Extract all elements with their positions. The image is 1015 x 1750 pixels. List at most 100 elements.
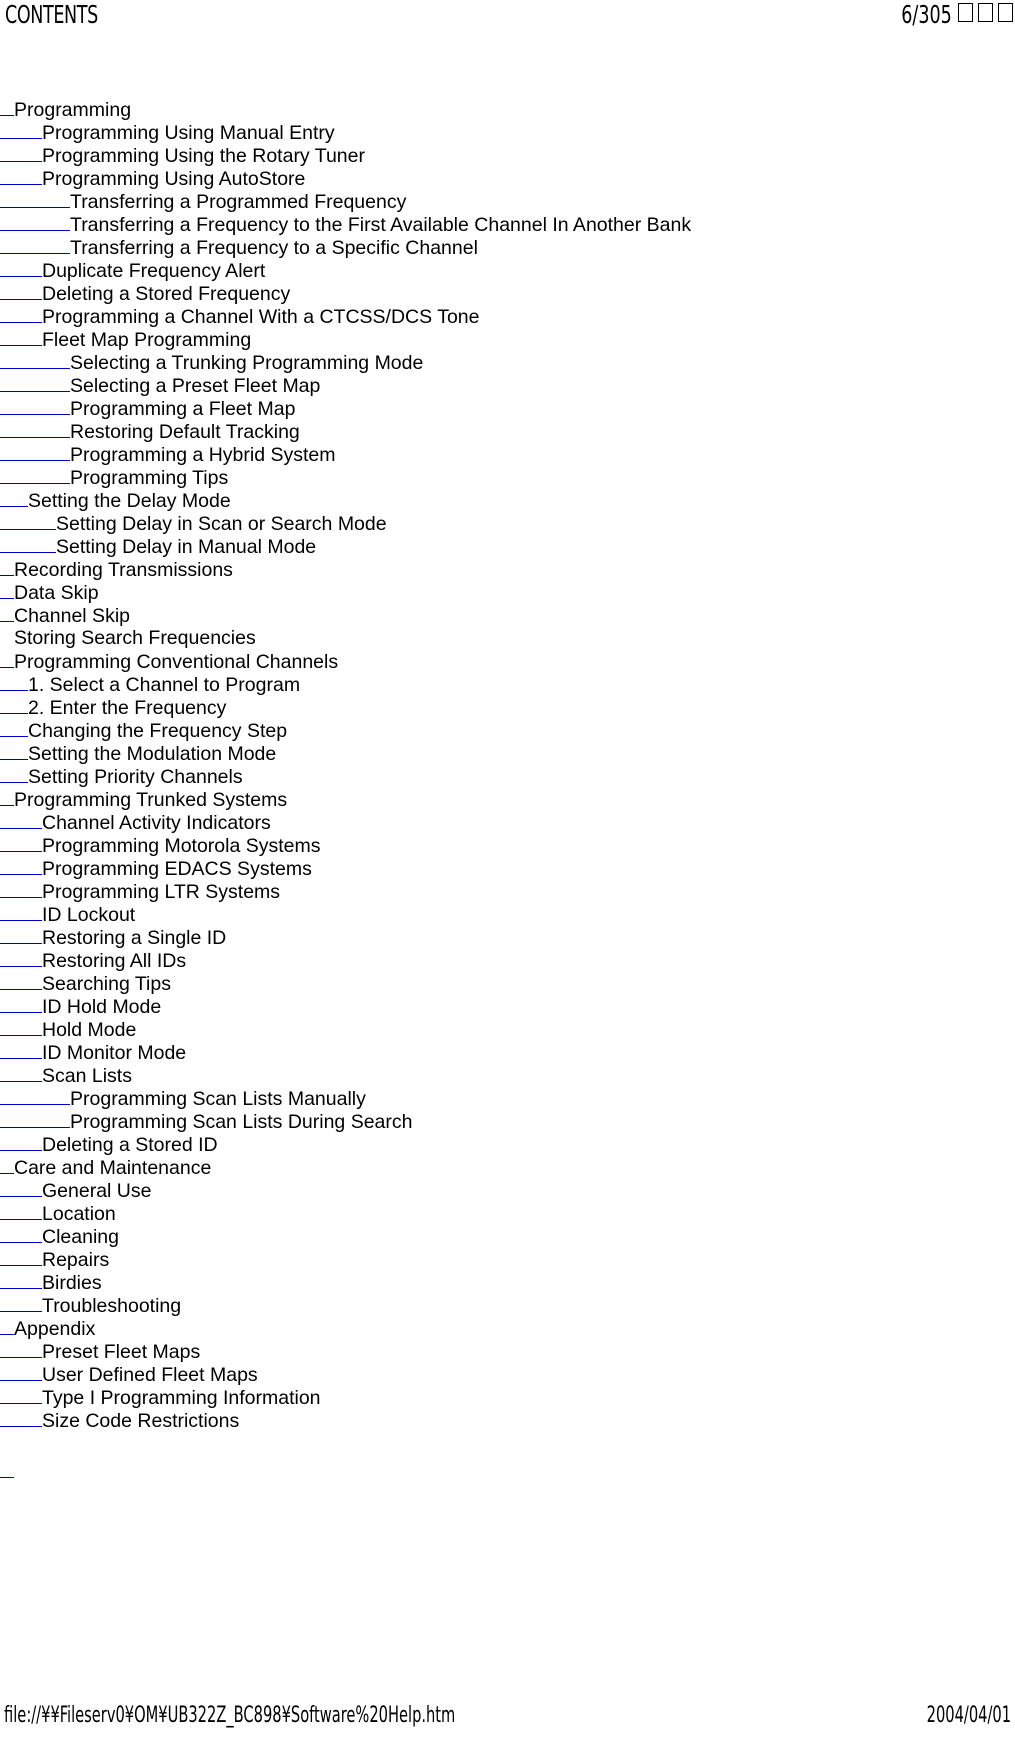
toc-trailing-link-stub[interactable] <box>0 1460 14 1483</box>
indent-underline <box>0 765 28 783</box>
toc-entry[interactable]: Data Skip <box>0 581 1015 604</box>
toc-entry-label: Selecting a Trunking Programming Mode <box>70 352 424 374</box>
toc-entry[interactable]: Searching Tips <box>0 972 1015 995</box>
toc-entry[interactable]: Restoring a Single ID <box>0 926 1015 949</box>
toc-entry[interactable]: Restoring Default Tracking <box>0 420 1015 443</box>
toc-entry[interactable]: Cleaning <box>0 1225 1015 1248</box>
indent-underline <box>0 673 28 691</box>
toc-entry[interactable]: Programming Scan Lists Manually <box>0 1087 1015 1110</box>
toc-entry[interactable]: 1. Select a Channel to Program <box>0 673 1015 696</box>
toc-entry-label: Searching Tips <box>42 973 171 995</box>
toc-entry-label: Programming Conventional Channels <box>14 651 339 673</box>
toc-entry-label: Programming a Fleet Map <box>70 398 296 420</box>
toc-entry[interactable]: Transferring a Programmed Frequency <box>0 190 1015 213</box>
indent-underline <box>0 811 42 829</box>
toc-entry[interactable]: Programming Using the Rotary Tuner <box>0 144 1015 167</box>
toc-entry[interactable]: Deleting a Stored ID <box>0 1133 1015 1156</box>
toc-entry[interactable]: Setting Delay in Scan or Search Mode <box>0 512 1015 535</box>
toc-entry-label: General Use <box>42 1180 152 1202</box>
toc-entry[interactable]: Deleting a Stored Frequency <box>0 282 1015 305</box>
indent-underline <box>0 282 42 300</box>
toc-entry[interactable]: ID Monitor Mode <box>0 1041 1015 1064</box>
toc-entry-label: Setting the Delay Mode <box>28 490 231 512</box>
toc-entry[interactable]: Programming Trunked Systems <box>0 788 1015 811</box>
toc-entry[interactable]: Setting Priority Channels <box>0 765 1015 788</box>
toc-entry[interactable]: Repairs <box>0 1248 1015 1271</box>
indent-underline <box>0 719 28 737</box>
toc-entry[interactable]: Programming a Fleet Map <box>0 397 1015 420</box>
toc-entry[interactable]: Type I Programming Information <box>0 1386 1015 1409</box>
toc-entry[interactable]: Selecting a Trunking Programming Mode <box>0 351 1015 374</box>
indent-underline <box>0 926 42 944</box>
toc-entry[interactable]: Channel Activity Indicators <box>0 811 1015 834</box>
toc-entry[interactable]: Setting the Modulation Mode <box>0 742 1015 765</box>
indent-underline <box>0 857 42 875</box>
toc-entry-label: Programming Scan Lists Manually <box>70 1088 366 1110</box>
toc-entry[interactable]: Programming a Hybrid System <box>0 443 1015 466</box>
toc-entry[interactable]: Birdies <box>0 1271 1015 1294</box>
indent-underline <box>0 1340 42 1358</box>
toc-entry[interactable]: Care and Maintenance <box>0 1156 1015 1179</box>
toc-entry[interactable]: General Use <box>0 1179 1015 1202</box>
toc-entry[interactable]: Programming a Channel With a CTCSS/DCS T… <box>0 305 1015 328</box>
toc-entry[interactable]: 2. Enter the Frequency <box>0 696 1015 719</box>
toc-entry[interactable]: Programming Scan Lists During Search <box>0 1110 1015 1133</box>
toc-entry-label: Setting the Modulation Mode <box>28 743 277 765</box>
toc-entry-label: User Defined Fleet Maps <box>42 1364 258 1386</box>
unrendered-glyph-group <box>958 3 1013 22</box>
toc-entry[interactable]: Programming EDACS Systems <box>0 857 1015 880</box>
toc-entry-label: Restoring a Single ID <box>42 927 227 949</box>
toc-entry[interactable]: Selecting a Preset Fleet Map <box>0 374 1015 397</box>
toc-entry[interactable]: Programming <box>0 98 1015 121</box>
indent-underline <box>0 259 42 277</box>
toc-entry[interactable]: Appendix <box>0 1317 1015 1340</box>
toc-entry[interactable]: Troubleshooting <box>0 1294 1015 1317</box>
toc-entry[interactable]: Transferring a Frequency to a Specific C… <box>0 236 1015 259</box>
toc-entry[interactable]: Restoring All IDs <box>0 949 1015 972</box>
toc-entry-label: Hold Mode <box>42 1019 137 1041</box>
toc-entry-label: Transferring a Programmed Frequency <box>70 191 407 213</box>
toc-entry-label: Duplicate Frequency Alert <box>42 260 266 282</box>
indent-underline <box>0 1225 42 1243</box>
toc-entry[interactable]: Scan Lists <box>0 1064 1015 1087</box>
toc-entry-label: Programming Scan Lists During Search <box>70 1111 413 1133</box>
toc-entry-label: Repairs <box>42 1249 110 1271</box>
toc-entry-label: Programming Trunked Systems <box>14 789 288 811</box>
toc-entry[interactable]: Fleet Map Programming <box>0 328 1015 351</box>
toc-entry[interactable]: Setting the Delay Mode <box>0 489 1015 512</box>
toc-entry[interactable]: Programming LTR Systems <box>0 880 1015 903</box>
toc-entry[interactable]: Channel Skip <box>0 604 1015 627</box>
indent-underline <box>0 1064 42 1082</box>
indent-underline <box>0 742 28 760</box>
toc-entry-label: Programming Tips <box>70 467 229 489</box>
toc-entry[interactable]: Programming Tips <box>0 466 1015 489</box>
indent-underline <box>0 1363 42 1381</box>
toc-entry-label: Storing Search Frequencies <box>14 627 256 649</box>
toc-entry[interactable]: Preset Fleet Maps <box>0 1340 1015 1363</box>
indent-underline <box>0 788 14 806</box>
toc-entry[interactable]: Programming Using AutoStore <box>0 167 1015 190</box>
indent-underline <box>0 121 42 139</box>
toc-entry[interactable]: User Defined Fleet Maps <box>0 1363 1015 1386</box>
toc-entry[interactable]: Transferring a Frequency to the First Av… <box>0 213 1015 236</box>
toc-entry[interactable]: Size Code Restrictions <box>0 1409 1015 1432</box>
toc-entry[interactable]: ID Lockout <box>0 903 1015 926</box>
toc-entry[interactable]: Duplicate Frequency Alert <box>0 259 1015 282</box>
toc-entry-label: Programming Using Manual Entry <box>42 122 335 144</box>
toc-entry-label: Selecting a Preset Fleet Map <box>70 375 321 397</box>
toc-entry[interactable]: Recording Transmissions <box>0 558 1015 581</box>
toc-entry[interactable]: Setting Delay in Manual Mode <box>0 535 1015 558</box>
toc-entry[interactable]: Hold Mode <box>0 1018 1015 1041</box>
indent-underline <box>0 443 70 461</box>
toc-entry-label: ID Lockout <box>42 904 136 926</box>
toc-entry[interactable]: Location <box>0 1202 1015 1225</box>
toc-entry[interactable]: Programming Using Manual Entry <box>0 121 1015 144</box>
indent-underline <box>0 558 14 576</box>
toc-entry[interactable]: ID Hold Mode <box>0 995 1015 1018</box>
table-of-contents-list: Programming Programming Using Manual Entr… <box>0 98 1015 1432</box>
toc-entry[interactable]: Changing the Frequency Step <box>0 719 1015 742</box>
indent-underline <box>0 696 28 714</box>
indent-underline <box>0 1409 42 1427</box>
toc-entry[interactable]: Programming Motorola Systems <box>0 834 1015 857</box>
toc-entry[interactable]: Programming Conventional Channels <box>0 650 1015 673</box>
